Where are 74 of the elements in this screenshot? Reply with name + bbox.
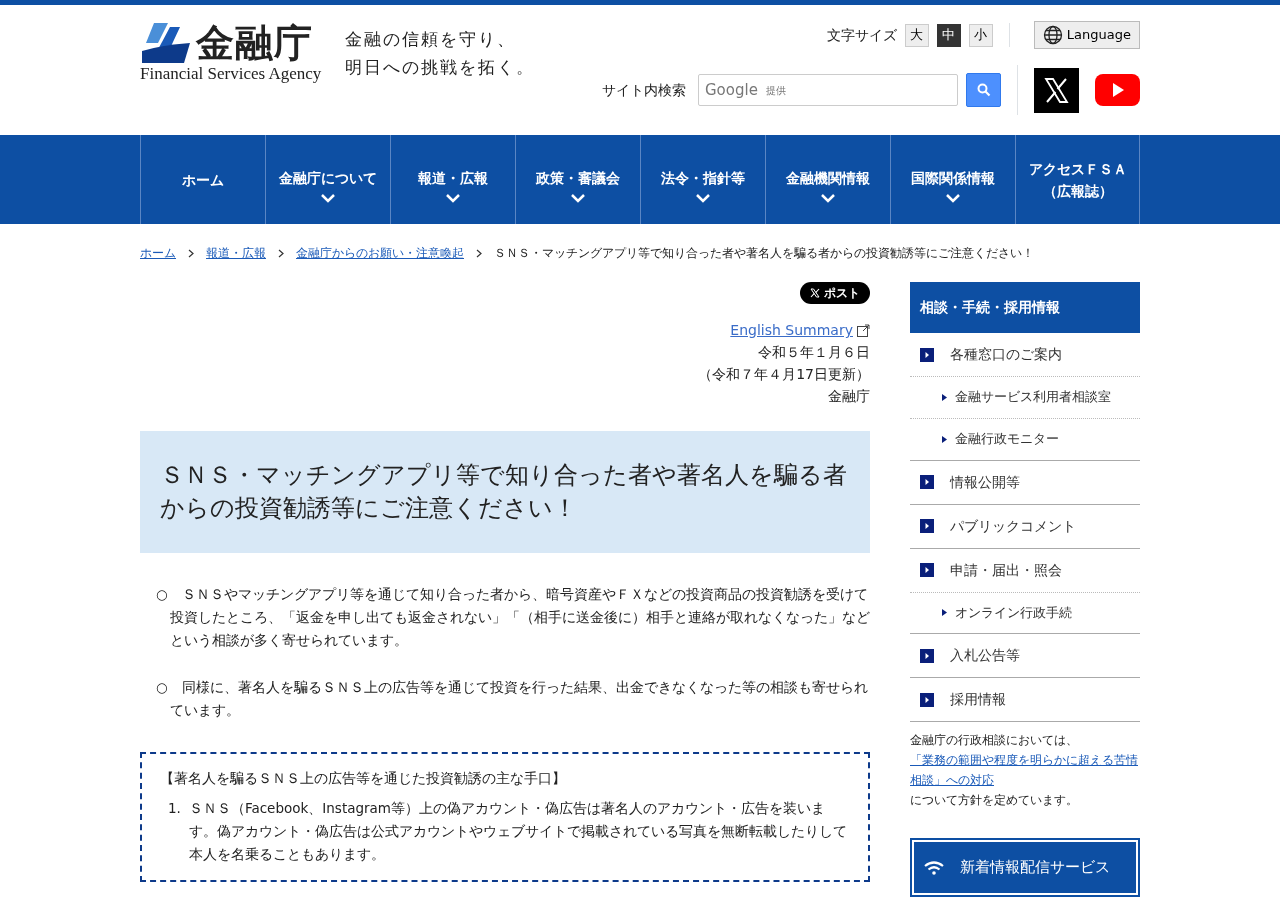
breadcrumb-current: ＳＮＳ・マッチングアプリ等で知り合った者や著名人を騙る者からの投資勧誘等にご注意ください！ bbox=[494, 245, 1034, 262]
nav-item[interactable]: 国際関係情報 bbox=[890, 135, 1015, 224]
sidebar-item[interactable]: 金融行政モニター bbox=[910, 418, 1140, 461]
search-placeholder: 提供 bbox=[765, 83, 786, 98]
nav-item[interactable]: 政策・審議会 bbox=[515, 135, 640, 224]
triangle-icon bbox=[942, 609, 947, 617]
nav-item[interactable]: 金融庁について bbox=[265, 135, 390, 224]
search-field[interactable]: Google 提供 bbox=[698, 74, 958, 106]
globe-icon bbox=[1042, 25, 1063, 45]
triangle-icon bbox=[942, 435, 947, 443]
font-size-button[interactable]: 中 bbox=[936, 23, 961, 47]
font-size-button[interactable]: 小 bbox=[968, 23, 993, 47]
logo-title[interactable]: 金融庁 bbox=[196, 24, 313, 62]
nav-item[interactable]: 金融機関情報 bbox=[765, 135, 890, 224]
nav-item[interactable]: 法令・指針等 bbox=[640, 135, 765, 224]
note-text: について方針を定めています。 bbox=[910, 793, 1078, 808]
wifi-icon bbox=[924, 860, 944, 875]
article-title: ＳＮＳ・マッチングアプリ等で知り合った者や著名人を騙る者からの投資勧誘等にご注意ください！ bbox=[140, 431, 870, 553]
sidebar-item[interactable]: 申請・届出・照会 bbox=[910, 548, 1140, 593]
nav-item[interactable]: ホーム bbox=[140, 135, 265, 224]
x-logo-icon bbox=[810, 288, 820, 298]
slogan-text: 金融の信頼を守り、 bbox=[345, 28, 518, 51]
search-placeholder: Google bbox=[705, 79, 758, 101]
date-text: 令和５年１月６日 bbox=[758, 343, 870, 362]
subscription-banner[interactable]: 新着情報配信サービス bbox=[912, 840, 1138, 895]
search-button[interactable] bbox=[966, 73, 1001, 107]
breadcrumb-link[interactable]: ホーム bbox=[140, 244, 176, 262]
list-item-text: ＳＮＳ（Facebook、Instagram等）上の偽アカウント・偽広告は著名人のアカウント・広告を装います。偽アカウント・偽広告は公式アカウントやウェブサイトで掲載されている写真を無断転載したりして本人を名乗ることもあります。 bbox=[188, 799, 848, 864]
nav-item[interactable]: アクセスＦＳＡ （広報誌） bbox=[1015, 135, 1140, 224]
box-heading: 【著名人を騙るＳＮＳ上の広告等を通じた投資勧誘の主な手口】 bbox=[160, 769, 567, 788]
search-label: サイト内検索 bbox=[602, 80, 686, 100]
chevron-down-icon bbox=[320, 193, 336, 203]
sidebar-item[interactable]: 採用情報 bbox=[910, 678, 1140, 723]
sidebar-heading: 相談・手続・採用情報 bbox=[910, 282, 1140, 333]
triangle-icon bbox=[942, 393, 947, 401]
video-play-icon[interactable] bbox=[1095, 74, 1140, 106]
sidebar-item[interactable]: パブリックコメント bbox=[910, 504, 1140, 549]
sidebar-item[interactable]: 入札公告等 bbox=[910, 634, 1140, 679]
body-paragraph: ○ ＳＮＳやマッチングアプリ等を通じて知り合った者から、暗号資産やＦＸなどの投資商品の投資勧誘を受けて投資したところ、「返金を申し出ても返金されない」「（相手に送金後に）相手と連絡が取れなくなった」などという相談が多く寄せられています。 bbox=[155, 585, 870, 650]
sidebar-item[interactable]: オンライン行政手続 bbox=[910, 592, 1140, 635]
note-text: 金融庁の行政相談においては、 bbox=[910, 733, 1078, 748]
post-button[interactable]: ポスト bbox=[800, 282, 870, 304]
sidebar-item[interactable]: 情報公開等 bbox=[910, 460, 1140, 505]
arrow-square-icon bbox=[920, 475, 934, 489]
arrow-square-icon bbox=[920, 648, 934, 663]
arrow-square-icon bbox=[920, 563, 934, 577]
chevron-down-icon bbox=[570, 193, 586, 203]
list-number: 1. bbox=[168, 799, 181, 818]
nav-item[interactable]: 報道・広報 bbox=[390, 135, 515, 224]
x-logo-icon[interactable] bbox=[1034, 67, 1079, 113]
english-summary-link[interactable]: English Summary bbox=[730, 320, 853, 341]
body-paragraph: ○ 同様に、著名人を騙るＳＮＳ上の広告等を通じて投資を行った結果、出金できなくなった等の相談も寄せられています。 bbox=[155, 678, 869, 720]
slogan-text: 明日への挑戦を拓く。 bbox=[345, 56, 536, 79]
sidebar-item[interactable]: 各種窓口のご案内 bbox=[910, 333, 1140, 377]
sidebar-item[interactable]: 金融サービス利用者相談室 bbox=[910, 377, 1140, 419]
arrow-square-icon bbox=[920, 347, 934, 362]
font-size-label: 文字サイズ bbox=[826, 25, 897, 45]
chevron-down-icon bbox=[695, 193, 711, 203]
font-size-button[interactable]: 大 bbox=[904, 23, 929, 47]
chevron-down-icon bbox=[945, 193, 961, 203]
language-button[interactable]: Language bbox=[1033, 21, 1140, 49]
chevron-down-icon bbox=[445, 193, 461, 203]
note-link[interactable]: 「業務の範囲や程度を明らかに超える苦情相談」への対応 bbox=[910, 750, 1140, 791]
logo-icon bbox=[140, 21, 192, 65]
author-text: 金融庁 bbox=[828, 387, 870, 406]
breadcrumb-link[interactable]: 金融庁からのお願い・注意喚起 bbox=[296, 244, 464, 262]
breadcrumb-link[interactable]: 報道・広報 bbox=[206, 244, 266, 262]
logo-subtitle: Financial Services Agency bbox=[140, 65, 322, 82]
updated-date-text: （令和７年４月17日更新） bbox=[698, 365, 870, 384]
external-link-icon bbox=[857, 324, 870, 337]
search-icon bbox=[976, 83, 991, 97]
chevron-down-icon bbox=[820, 193, 836, 203]
arrow-square-icon bbox=[920, 692, 934, 707]
arrow-square-icon bbox=[920, 519, 934, 533]
